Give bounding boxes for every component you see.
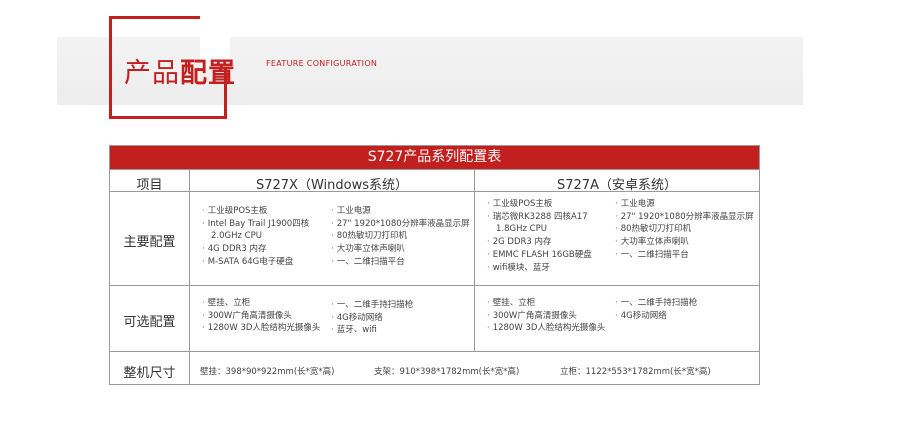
col-head-android: S727A（安卓系统） [557, 178, 677, 193]
row-divider [110, 285, 759, 286]
list-item-text: 大功率立体声喇叭 [336, 244, 405, 255]
page-title: 产品配置 [124, 51, 236, 90]
list-item: · M-SATA 64G电子硬盘 [202, 256, 294, 267]
spec-table: S727产品系列配置表 项目 S727X（Windows系统） S727A（安卓… [109, 145, 760, 385]
win-main-left-list: · 工业级POS主板 · Intel Bay Trail J1900四核 2.0GH… [202, 205, 309, 269]
list-item: · 瑞芯微RK3288 四核A17 [487, 211, 588, 222]
size-wall: 壁挂：398*90*922mm(长*宽*高) [200, 367, 335, 377]
list-item-text: 一、二维扫描平台 [620, 249, 689, 260]
list-item: · 4G DDR3 内存 [202, 244, 267, 255]
col-head-windows: S727X（Windows系统） [255, 178, 408, 193]
list-item-text: 1280W 3D人脸结构光摄像头 [207, 323, 321, 334]
list-item: · 壁挂、立柜 [202, 298, 251, 308]
page-title-light: 产品 [124, 58, 180, 89]
list-item: · 4G移动网络 [615, 310, 667, 321]
row-label-main: 主要配置 [123, 235, 176, 250]
list-item: · 大功率立体声喇叭 [331, 244, 405, 255]
list-item-text: 大功率立体声喇叭 [620, 237, 689, 248]
and-opt-left-list: · 壁挂、立柜 · 300W广角高清摄像头 · 1280W 3D人脸结构光摄像头 [487, 297, 605, 335]
list-item: · 工业级POS主板 [202, 206, 268, 216]
list-item-text: EMMC FLASH 16GB硬盘 [492, 249, 592, 260]
list-item-text: 工业电源 [620, 199, 655, 209]
list-item-text: 2G DDR3 内存 [492, 237, 552, 248]
size-stand: 支架：910*398*1782mm(长*宽*高) [374, 367, 520, 377]
list-item: · 300W广角高清摄像头 [202, 310, 292, 321]
and-main-left-list: · 工业级POS主板 · 瑞芯微RK3288 四核A17 1.8GHz CPU · 2… [487, 198, 592, 274]
list-item-text: M-SATA 64G电子硬盘 [207, 256, 294, 267]
list-item-text: 蓝牙、wifi [336, 325, 377, 336]
win-opt-right-list: · 一、二维手持扫描枪 · 4G移动网络 · 蓝牙、wifi [331, 299, 413, 337]
list-item: · 2G DDR3 内存 [487, 237, 552, 248]
list-item-text: 4G移动网络 [620, 310, 667, 321]
list-item-text: 工业电源 [336, 206, 371, 216]
page-title-bold: 配置 [180, 58, 236, 89]
list-item: · EMMC FLASH 16GB硬盘 [487, 249, 592, 260]
list-item: · 4G移动网络 [331, 312, 383, 323]
list-item: · 80热敏切刀打印机 [331, 231, 408, 242]
list-item-text: 工业级POS主板 [207, 206, 268, 216]
list-item-text: 2.0GHz CPU [211, 231, 262, 242]
list-item-text: 4G移动网络 [336, 312, 383, 323]
list-item: · 27" 1920*1080分辨率液晶显示屏 [615, 211, 754, 222]
row-label-optional: 可选配置 [123, 315, 176, 330]
row-divider [110, 351, 759, 352]
and-main-right-list: · 工业电源 · 27" 1920*1080分辨率液晶显示屏 · 80热敏切刀打印机 … [615, 198, 754, 262]
list-item-text: Intel Bay Trail J1900四核 [207, 218, 310, 229]
list-item-text: 300W广角高清摄像头 [492, 310, 577, 321]
list-item-text: 壁挂、立柜 [492, 298, 536, 308]
list-item-text: 瑞芯微RK3288 四核A17 [492, 211, 588, 222]
win-main-right-list: · 工业电源 · 27" 1920*1080分辨率液晶显示屏 · 80热敏切刀打印机 … [331, 205, 470, 269]
and-opt-right-list: · 一、二维手持扫描枪 · 4G移动网络 [615, 297, 697, 322]
list-item: · 壁挂、立柜 [487, 298, 536, 308]
list-item: · 大功率立体声喇叭 [615, 237, 689, 248]
list-item-text: 一、二维手持扫描枪 [336, 300, 414, 310]
list-item: · 1280W 3D人脸结构光摄像头 [202, 323, 321, 334]
row-divider [110, 169, 759, 170]
list-item: · Intel Bay Trail J1900四核 [202, 218, 310, 229]
list-item-text: 一、二维扫描平台 [336, 256, 405, 267]
list-item: · 27" 1920*1080分辨率液晶显示屏 [331, 218, 470, 229]
list-item: · 1280W 3D人脸结构光摄像头 [487, 323, 606, 334]
list-item-text: 80热敏切刀打印机 [620, 224, 692, 235]
list-item: · 工业电源 [331, 206, 371, 216]
list-item: · 一、二维扫描平台 [331, 256, 405, 267]
list-item-text: 1.8GHz CPU [496, 224, 547, 235]
col-divider [474, 169, 475, 351]
list-item-text: 一、二维手持扫描枪 [620, 298, 698, 308]
list-item: · 80热敏切刀打印机 [615, 224, 692, 235]
list-item: · 工业级POS主板 [487, 199, 553, 209]
list-item-text: 4G DDR3 内存 [207, 244, 267, 255]
win-opt-left-list: · 壁挂、立柜 · 300W广角高清摄像头 · 1280W 3D人脸结构光摄像头 [202, 297, 320, 335]
list-item-text: 1280W 3D人脸结构光摄像头 [492, 323, 606, 334]
col-head-item: 项目 [136, 178, 163, 193]
list-item-text: 工业级POS主板 [492, 199, 553, 209]
list-item: · 工业电源 [615, 199, 655, 209]
list-item: · 300W广角高清摄像头 [487, 310, 577, 321]
col-divider [189, 169, 190, 384]
list-item-text: 80热敏切刀打印机 [336, 231, 408, 242]
page-subtitle: FEATURE CONFIGURATION [266, 59, 378, 68]
table-title: S727产品系列配置表 [110, 146, 759, 169]
list-item-text: 300W广角高清摄像头 [207, 310, 292, 321]
list-item-text: 壁挂、立柜 [207, 298, 251, 308]
list-item: · wifi模块、蓝牙 [487, 262, 550, 273]
row-label-size: 整机尺寸 [123, 366, 176, 381]
list-item: · 蓝牙、wifi [331, 325, 377, 336]
list-item: · 一、二维扫描平台 [615, 249, 689, 260]
list-item: 1.8GHz CPU [487, 223, 592, 236]
list-item-text: wifi模块、蓝牙 [492, 262, 550, 273]
size-cabinet: 立柜：1122*553*1782mm(长*宽*高) [560, 367, 711, 377]
list-item: · 一、二维手持扫描枪 [331, 300, 414, 310]
list-item-text: 27" 1920*1080分辨率液晶显示屏 [336, 218, 470, 229]
list-item: · 一、二维手持扫描枪 [615, 298, 698, 308]
list-item-text: 27" 1920*1080分辨率液晶显示屏 [620, 211, 754, 222]
list-item: 2.0GHz CPU [202, 230, 309, 243]
